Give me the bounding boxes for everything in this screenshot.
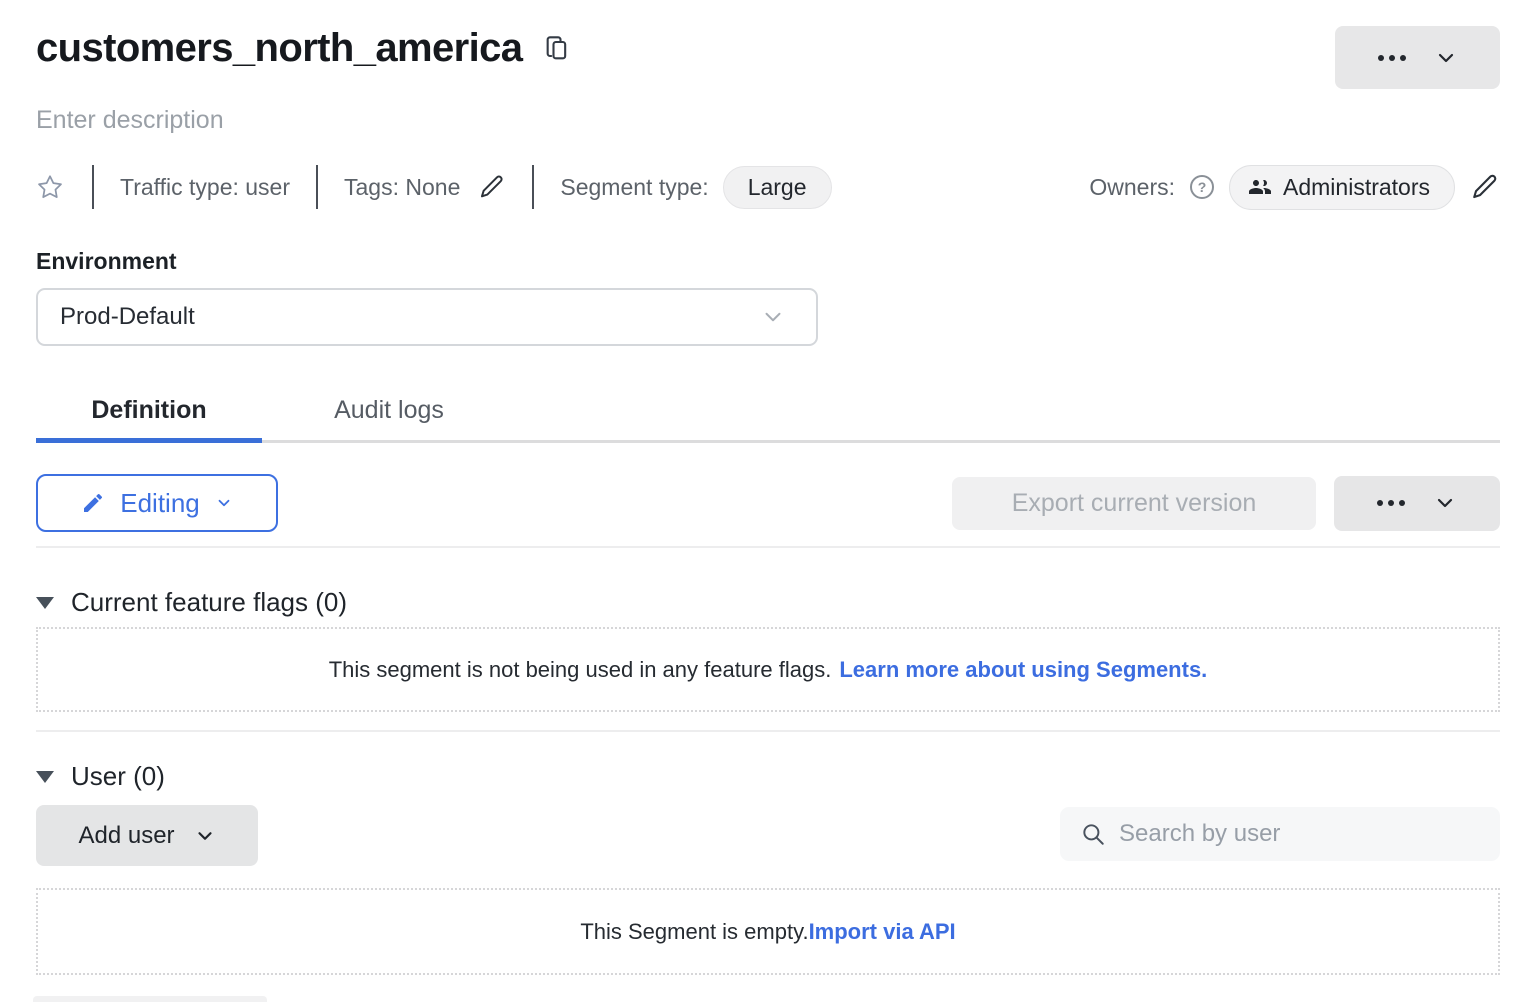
chevron-down-icon xyxy=(1434,46,1458,70)
tags-label: Tags: None xyxy=(344,174,460,201)
pencil-icon xyxy=(81,491,105,515)
divider xyxy=(532,165,534,209)
segment-empty-state: This Segment is empty. Import via API xyxy=(36,888,1500,975)
search-icon xyxy=(1080,821,1106,847)
definition-toolbar: Editing Export current version xyxy=(36,474,1500,532)
feature-flags-empty-state: This segment is not being used in any fe… xyxy=(36,627,1500,712)
environment-select[interactable]: Prod-Default xyxy=(36,288,818,346)
owners-chip[interactable]: Administrators xyxy=(1229,165,1455,210)
divider xyxy=(316,165,318,209)
user-section-header[interactable]: User (0) xyxy=(36,761,165,792)
page-title: customers_north_america xyxy=(36,26,522,71)
chevron-down-icon xyxy=(194,825,216,847)
tab-bar: Definition Audit logs xyxy=(36,381,1500,443)
divider xyxy=(36,546,1500,548)
caret-down-icon xyxy=(36,597,54,609)
header-more-button[interactable] xyxy=(1335,26,1500,89)
feature-flags-heading: Current feature flags (0) xyxy=(71,587,347,618)
user-heading: User (0) xyxy=(71,761,165,792)
editing-dropdown-button[interactable]: Editing xyxy=(36,474,278,532)
edit-owners-pencil-icon[interactable] xyxy=(1470,172,1500,202)
segment-type-badge: Large xyxy=(723,166,832,209)
editing-label: Editing xyxy=(120,488,200,519)
import-via-api-link[interactable]: Import via API xyxy=(809,919,956,945)
edit-tags-pencil-icon[interactable] xyxy=(478,173,506,201)
export-current-version-button[interactable]: Export current version xyxy=(952,477,1316,530)
environment-selected-value: Prod-Default xyxy=(60,303,195,331)
chevron-down-icon xyxy=(760,304,786,330)
feature-flags-empty-text: This segment is not being used in any fe… xyxy=(329,657,832,683)
star-icon[interactable] xyxy=(36,172,66,202)
feature-flags-section-header[interactable]: Current feature flags (0) xyxy=(36,587,347,618)
header: customers_north_america xyxy=(36,26,1500,89)
tab-definition[interactable]: Definition xyxy=(36,381,262,440)
environment-label: Environment xyxy=(36,248,177,275)
definition-more-button[interactable] xyxy=(1334,476,1500,531)
chevron-down-icon xyxy=(1433,491,1457,515)
segment-empty-text: This Segment is empty. xyxy=(580,919,808,945)
add-user-button[interactable]: Add user xyxy=(36,805,258,866)
search-by-user-input[interactable] xyxy=(1119,820,1482,848)
meta-row: Traffic type: user Tags: None Segment ty… xyxy=(36,163,1500,211)
description-placeholder[interactable]: Enter description xyxy=(36,106,224,135)
owners-value: Administrators xyxy=(1283,174,1430,201)
cutoff-element xyxy=(33,996,267,1002)
chevron-down-icon xyxy=(215,494,233,512)
group-icon xyxy=(1248,175,1272,199)
add-user-label: Add user xyxy=(78,822,174,850)
learn-more-link[interactable]: Learn more about using Segments. xyxy=(839,657,1207,683)
divider xyxy=(92,165,94,209)
divider xyxy=(36,730,1500,732)
segment-detail-page: customers_north_america Enter descriptio… xyxy=(0,0,1536,1002)
ellipsis-icon xyxy=(1378,55,1406,61)
help-icon[interactable] xyxy=(1190,175,1214,199)
ellipsis-icon xyxy=(1377,500,1405,506)
copy-icon[interactable] xyxy=(542,33,572,65)
user-search xyxy=(1060,807,1500,861)
traffic-type-label: Traffic type: user xyxy=(120,174,290,201)
owners-label: Owners: xyxy=(1089,174,1175,201)
tab-audit-logs[interactable]: Audit logs xyxy=(298,381,480,440)
caret-down-icon xyxy=(36,771,54,783)
segment-type-label: Segment type: xyxy=(560,174,708,201)
